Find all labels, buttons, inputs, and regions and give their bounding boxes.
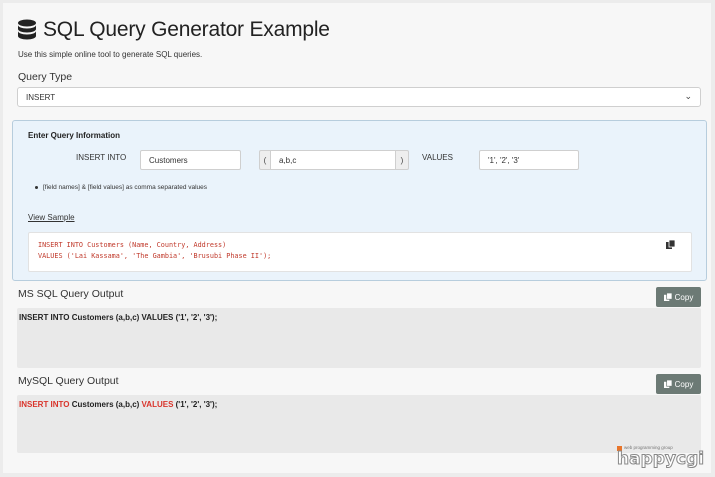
mysql-values-part: ('1', '2', '3'); <box>173 400 218 409</box>
keyword-insert-into: INSERT INTO <box>19 400 70 409</box>
values-label: VALUES <box>422 153 453 162</box>
page-title: SQL Query Generator Example <box>43 18 330 41</box>
query-info-panel: Enter Query Information INSERT INTO Cust… <box>12 120 707 281</box>
mssql-copy-button[interactable]: Copy <box>656 287 701 307</box>
copy-icon[interactable] <box>666 240 675 249</box>
copy-icon <box>663 380 672 388</box>
sample-line-1: INSERT INTO Customers (Name, Country, Ad… <box>38 241 227 249</box>
query-type-select[interactable]: INSERT ⌄ <box>17 87 701 107</box>
insert-into-label: INSERT INTO <box>76 153 127 162</box>
page-header: SQL Query Generator Example <box>17 18 330 42</box>
mssql-output-label: MS SQL Query Output <box>18 288 124 300</box>
field-names-input[interactable]: a,b,c <box>270 150 396 170</box>
mssql-output-area[interactable]: INSERT INTO Customers (a,b,c) VALUES ('1… <box>17 308 701 368</box>
brand-name: happycgi <box>616 449 705 470</box>
mysql-copy-label: Copy <box>674 379 694 389</box>
bullet-icon <box>35 185 38 189</box>
chevron-down-icon: ⌄ <box>684 91 692 101</box>
database-icon <box>18 19 36 40</box>
input-hint: [field names] & [field values] as comma … <box>35 184 207 191</box>
mssql-output-text: INSERT INTO Customers (a,b,c) VALUES ('1… <box>19 313 218 322</box>
keyword-values: VALUES <box>141 400 174 409</box>
query-info-title: Enter Query Information <box>28 131 121 140</box>
table-name-input[interactable]: Customers <box>140 150 241 170</box>
page-subtitle: Use this simple online tool to generate … <box>18 50 203 59</box>
mssql-copy-label: Copy <box>674 292 694 302</box>
copy-icon <box>663 293 672 301</box>
mysql-table-part: Customers (a,b,c) <box>69 400 142 409</box>
close-paren-addon: ) <box>395 150 409 170</box>
mysql-output-area[interactable]: INSERT INTO Customers (a,b,c) VALUES ('1… <box>17 395 701 453</box>
view-sample-link[interactable]: View Sample <box>28 213 75 222</box>
query-type-value: INSERT <box>26 93 56 102</box>
query-type-label: Query Type <box>18 71 73 83</box>
input-hint-text: [field names] & [field values] as comma … <box>43 184 208 191</box>
sample-query-box: INSERT INTO Customers (Name, Country, Ad… <box>28 232 692 272</box>
mysql-output-label: MySQL Query Output <box>18 375 119 387</box>
field-values-input[interactable]: '1', '2', '3' <box>479 150 579 170</box>
mysql-copy-button[interactable]: Copy <box>656 374 701 394</box>
main-panel: SQL Query Generator Example Use this sim… <box>3 3 711 473</box>
sample-line-2: VALUES ('Lai Kassama', 'The Gambia', 'Br… <box>38 252 272 260</box>
